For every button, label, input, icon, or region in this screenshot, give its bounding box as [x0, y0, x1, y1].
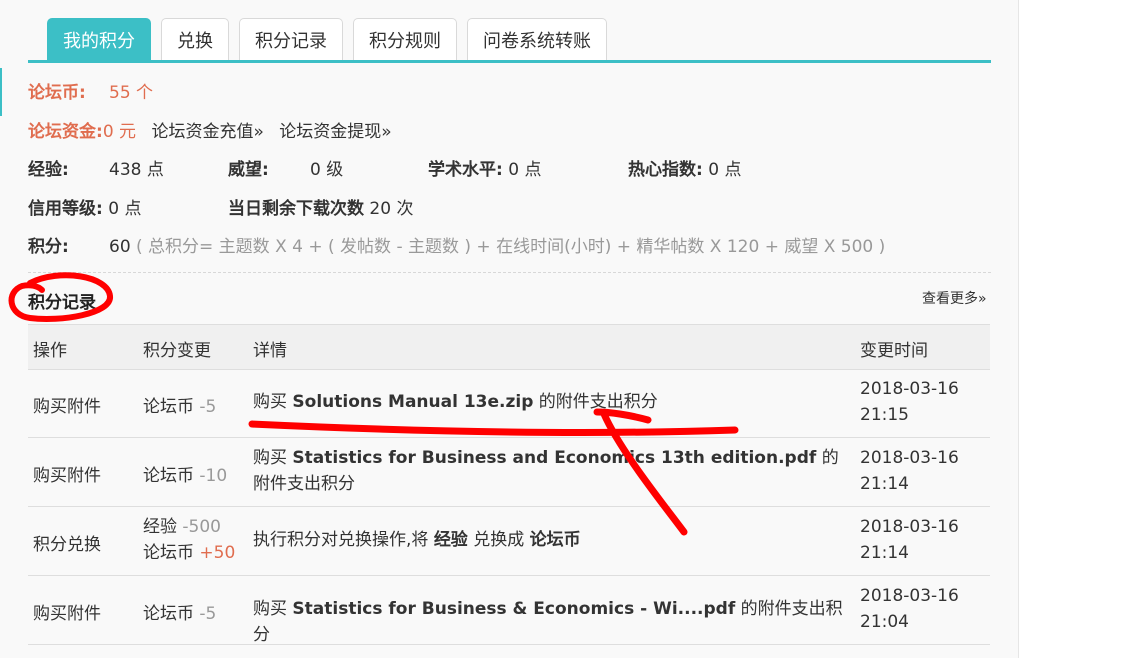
header-detail: 详情 — [253, 341, 287, 361]
credit-field: 信用等级: 0 点 — [28, 198, 141, 220]
row-action: 购买附件 — [33, 397, 101, 417]
points-label: 积分: — [28, 237, 69, 257]
row-time: 2018-03-16 21:04 — [860, 586, 959, 632]
records-table-header: 操作 积分变更 详情 变更时间 — [28, 324, 990, 370]
table-row: 购买附件 论坛币 -5 购买 Solutions Manual 13e.zip … — [28, 368, 990, 438]
header-time: 变更时间 — [860, 341, 928, 361]
exp-value: 438 点 — [109, 160, 164, 180]
tab-exchange[interactable]: 兑换 — [161, 18, 229, 60]
exp-label: 经验: — [28, 160, 69, 180]
fund-value: 0 元 — [102, 122, 137, 142]
left-accent-bar — [0, 68, 2, 116]
points-value: 60 — [109, 237, 131, 257]
coin-label: 论坛币: — [28, 83, 86, 103]
enthusiasm-label: 热心指数: — [628, 160, 703, 180]
row-detail: 执行积分对兑换操作,将 经验 兑换成 论坛币 — [253, 530, 581, 550]
row-change: 论坛币 -5 — [143, 397, 217, 417]
points-formula: ( 总积分= 主题数 X 4 + ( 发帖数 - 主题数 ) + 在线时间(小时… — [136, 237, 886, 257]
fund-label: 论坛资金: — [28, 122, 103, 142]
coin-value: 55 个 — [109, 83, 154, 103]
tab-survey-transfer[interactable]: 问卷系统转账 — [467, 18, 607, 60]
records-title: 积分记录 — [28, 293, 96, 313]
row-action: 积分兑换 — [33, 535, 101, 555]
tab-bar: 我的积分 兑换 积分记录 积分规则 问卷系统转账 — [47, 18, 607, 60]
credit-value: 0 点 — [108, 199, 142, 219]
row-change: 论坛币 -5 — [143, 604, 217, 624]
academic-value: 0 点 — [508, 160, 542, 180]
row-time: 2018-03-16 21:14 — [860, 448, 959, 494]
credit-row: 信用等级: 0 点 当日剩余下载次数 20 次 — [28, 198, 988, 220]
prestige-label: 威望: — [228, 160, 269, 180]
row-time: 2018-03-16 21:15 — [860, 379, 959, 425]
tab-points-log[interactable]: 积分记录 — [239, 18, 343, 60]
points-row: 积分: 60 ( 总积分= 主题数 X 4 + ( 发帖数 - 主题数 ) + … — [28, 236, 988, 258]
section-divider — [28, 272, 991, 273]
enthusiasm-field: 热心指数: 0 点 — [628, 159, 741, 181]
downloads-field: 当日剩余下载次数 20 次 — [228, 198, 413, 220]
prestige-value: 0 级 — [310, 160, 344, 180]
fund-row: 论坛资金:0 元 论坛资金充值» 论坛资金提现» — [28, 121, 392, 143]
header-action: 操作 — [33, 341, 67, 361]
fund-withdraw-link[interactable]: 论坛资金提现» — [279, 122, 391, 142]
credit-label: 信用等级: — [28, 199, 103, 219]
points-panel: 我的积分 兑换 积分记录 积分规则 问卷系统转账 论坛币: 55 个 论坛资金:… — [0, 0, 1019, 658]
coin-row: 论坛币: 55 个 — [28, 82, 153, 104]
tab-my-points[interactable]: 我的积分 — [47, 18, 151, 60]
table-row: 积分兑换 经验 -500 论坛币 +50 执行积分对兑换操作,将 经验 兑换成 论… — [28, 506, 990, 576]
academic-label: 学术水平: — [428, 160, 503, 180]
tab-underline — [28, 60, 991, 63]
enthusiasm-value: 0 点 — [708, 160, 742, 180]
fund-recharge-link[interactable]: 论坛资金充值» — [151, 122, 263, 142]
view-more-link[interactable]: 查看更多» — [922, 288, 987, 308]
row-change: 论坛币 -10 — [143, 466, 228, 486]
row-action: 购买附件 — [33, 604, 101, 624]
stats-row: 经验: 438 点 威望: 0 级 学术水平: 0 点 热心指数: 0 点 — [28, 159, 988, 181]
header-change: 积分变更 — [143, 341, 211, 361]
downloads-label: 当日剩余下载次数 — [228, 199, 364, 219]
table-row: 购买附件 论坛币 -10 购买 Statistics for Business … — [28, 437, 990, 507]
tab-points-rules[interactable]: 积分规则 — [353, 18, 457, 60]
downloads-value: 20 次 — [369, 199, 414, 219]
row-time: 2018-03-16 21:14 — [860, 517, 959, 563]
row-change: 经验 -500 论坛币 +50 — [143, 517, 236, 563]
academic-field: 学术水平: 0 点 — [428, 159, 541, 181]
table-row: 购买附件 论坛币 -5 购买 Statistics for Business &… — [28, 575, 990, 645]
row-action: 购买附件 — [33, 466, 101, 486]
row-detail: 购买 Solutions Manual 13e.zip 的附件支出积分 — [253, 392, 658, 412]
row-detail: 购买 Statistics for Business and Economics… — [253, 448, 839, 494]
row-detail: 购买 Statistics for Business & Economics -… — [253, 599, 843, 645]
